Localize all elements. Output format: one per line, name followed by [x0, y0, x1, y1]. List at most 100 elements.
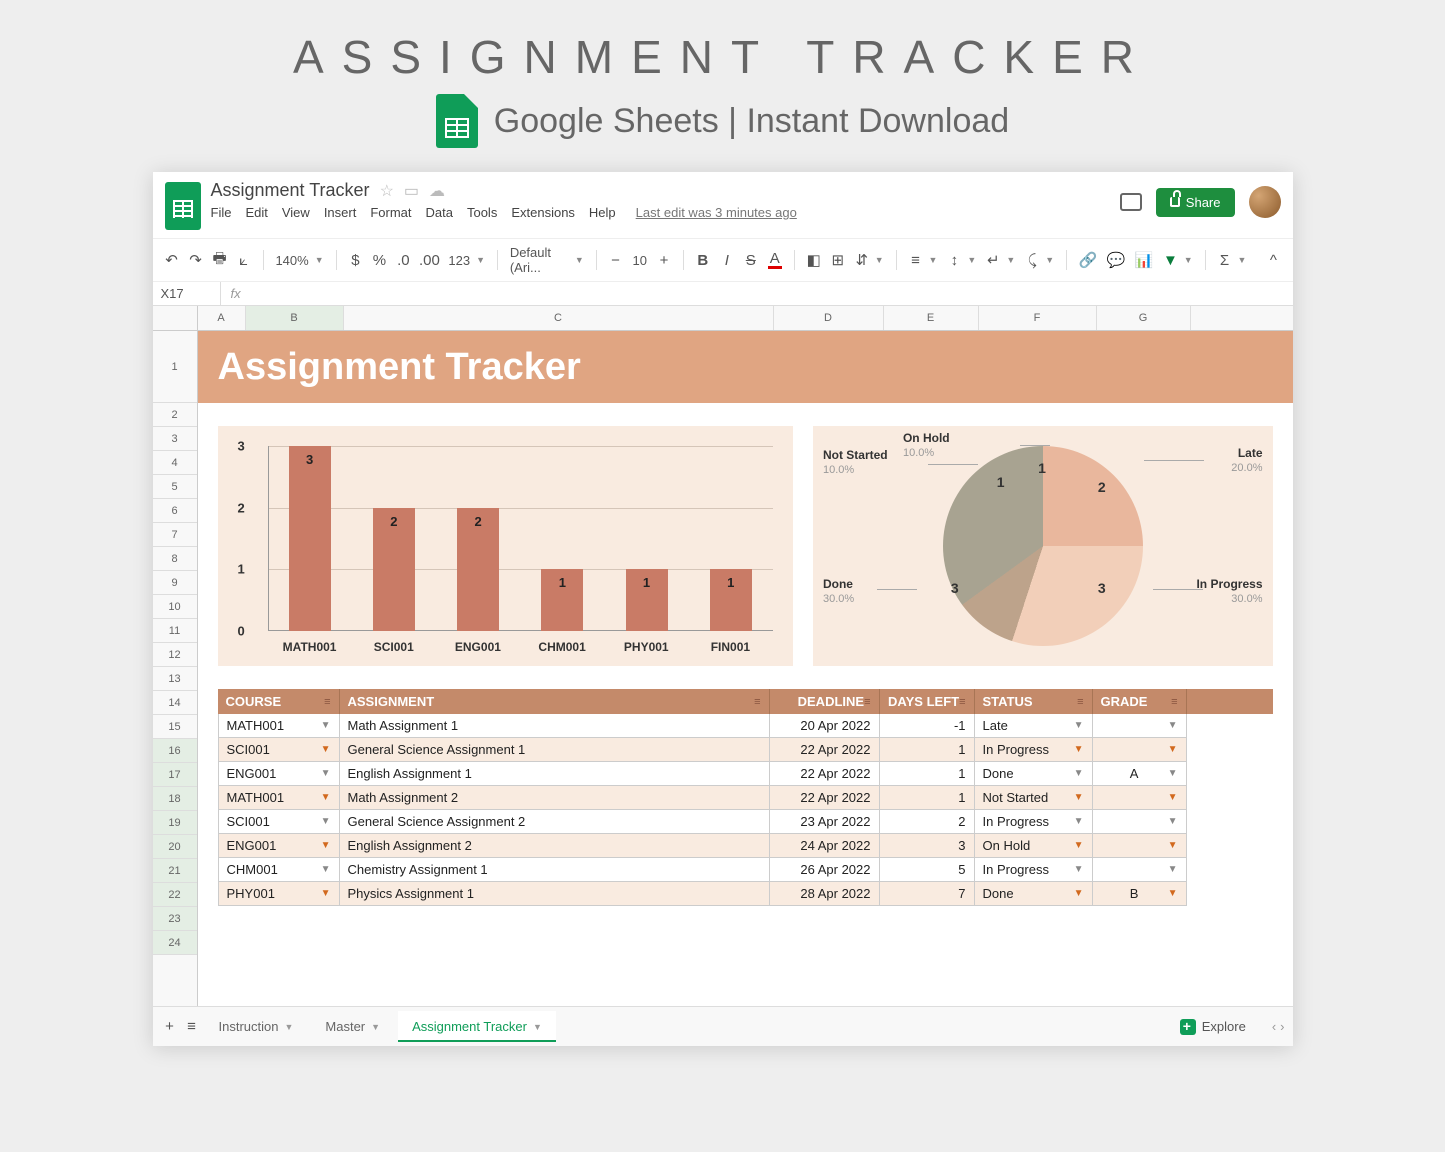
- increase-decimal-icon[interactable]: .00: [420, 251, 438, 269]
- table-header-cell[interactable]: GRADE≡: [1093, 689, 1187, 714]
- cell-grade[interactable]: ▼: [1093, 834, 1187, 858]
- cell-course[interactable]: ENG001▼: [218, 762, 340, 786]
- cell-status[interactable]: In Progress▼: [975, 810, 1093, 834]
- cloud-icon[interactable]: ☁: [429, 181, 445, 201]
- col-header-F[interactable]: F: [979, 306, 1097, 330]
- share-button[interactable]: Share: [1156, 188, 1235, 217]
- cell-deadline[interactable]: 22 Apr 2022: [770, 738, 880, 762]
- cell-deadline[interactable]: 28 Apr 2022: [770, 882, 880, 906]
- col-header-E[interactable]: E: [884, 306, 979, 330]
- cell-status[interactable]: In Progress▼: [975, 858, 1093, 882]
- cell-assignment[interactable]: Physics Assignment 1: [340, 882, 770, 906]
- spreadsheet-grid[interactable]: ABCDEFG 12345678910111213141516171819202…: [153, 306, 1293, 1006]
- menu-insert[interactable]: Insert: [324, 205, 357, 220]
- cell-days-left[interactable]: 5: [880, 858, 975, 882]
- menu-help[interactable]: Help: [589, 205, 616, 220]
- row-header-13[interactable]: 13: [153, 667, 197, 691]
- sheet-tab[interactable]: Master ▼: [311, 1011, 394, 1042]
- cell-assignment[interactable]: Math Assignment 1: [340, 714, 770, 738]
- cell-deadline[interactable]: 23 Apr 2022: [770, 810, 880, 834]
- link-icon[interactable]: 🔗: [1079, 251, 1097, 269]
- pie-chart[interactable]: Late20.0%2In Progress30.0%3Done30.0%3Not…: [813, 426, 1273, 666]
- strike-icon[interactable]: S: [744, 251, 758, 269]
- cell-course[interactable]: MATH001▼: [218, 714, 340, 738]
- cell-grade[interactable]: ▼: [1093, 738, 1187, 762]
- cell-days-left[interactable]: 1: [880, 762, 975, 786]
- italic-icon[interactable]: I: [720, 251, 734, 269]
- row-header-2[interactable]: 2: [153, 403, 197, 427]
- comments-icon[interactable]: [1120, 193, 1142, 211]
- filter-icon[interactable]: ▼: [1163, 251, 1178, 269]
- row-header-7[interactable]: 7: [153, 523, 197, 547]
- menu-extensions[interactable]: Extensions: [511, 205, 575, 220]
- collapse-toolbar-icon[interactable]: ^: [1266, 251, 1280, 269]
- text-color-icon[interactable]: A: [768, 251, 782, 269]
- table-header-cell[interactable]: STATUS≡: [975, 689, 1093, 714]
- cell-grade[interactable]: ▼: [1093, 810, 1187, 834]
- cell-status[interactable]: In Progress▼: [975, 738, 1093, 762]
- row-header-19[interactable]: 19: [153, 811, 197, 835]
- merge-icon[interactable]: ⇵: [855, 251, 869, 269]
- row-header-20[interactable]: 20: [153, 835, 197, 859]
- select-all-corner[interactable]: [153, 306, 198, 330]
- table-header-cell[interactable]: ASSIGNMENT≡: [340, 689, 770, 714]
- menu-data[interactable]: Data: [426, 205, 453, 220]
- cell-deadline[interactable]: 22 Apr 2022: [770, 762, 880, 786]
- menu-file[interactable]: File: [211, 205, 232, 220]
- cell-days-left[interactable]: 1: [880, 738, 975, 762]
- wrap-icon[interactable]: ↵: [986, 251, 1000, 269]
- move-icon[interactable]: ▭: [404, 181, 419, 201]
- currency-icon[interactable]: $: [348, 251, 362, 269]
- col-header-A[interactable]: A: [198, 306, 246, 330]
- col-header-G[interactable]: G: [1097, 306, 1191, 330]
- cell-days-left[interactable]: 2: [880, 810, 975, 834]
- sheet-tab[interactable]: Assignment Tracker ▼: [398, 1011, 556, 1042]
- all-sheets-icon[interactable]: ≡: [183, 1018, 201, 1036]
- format-number[interactable]: 123: [448, 253, 470, 268]
- row-header-10[interactable]: 10: [153, 595, 197, 619]
- cell-course[interactable]: SCI001▼: [218, 810, 340, 834]
- sheets-doc-icon[interactable]: [165, 182, 201, 230]
- cell-assignment[interactable]: Chemistry Assignment 1: [340, 858, 770, 882]
- cell-assignment[interactable]: Math Assignment 2: [340, 786, 770, 810]
- bold-icon[interactable]: B: [696, 251, 710, 269]
- scroll-right-icon[interactable]: ›: [1280, 1019, 1284, 1034]
- borders-icon[interactable]: ⊞: [831, 251, 845, 269]
- cell-status[interactable]: Late▼: [975, 714, 1093, 738]
- row-header-23[interactable]: 23: [153, 907, 197, 931]
- explore-button[interactable]: Explore: [1168, 1013, 1258, 1041]
- row-header-12[interactable]: 12: [153, 643, 197, 667]
- row-header-4[interactable]: 4: [153, 451, 197, 475]
- row-header-5[interactable]: 5: [153, 475, 197, 499]
- scroll-left-icon[interactable]: ‹: [1272, 1019, 1276, 1034]
- cell-course[interactable]: ENG001▼: [218, 834, 340, 858]
- rotate-icon[interactable]: ⤹: [1025, 251, 1039, 269]
- percent-icon[interactable]: %: [372, 251, 386, 269]
- menu-edit[interactable]: Edit: [245, 205, 267, 220]
- cell-grade[interactable]: ▼: [1093, 858, 1187, 882]
- col-header-B[interactable]: B: [246, 306, 344, 330]
- avatar[interactable]: [1249, 186, 1281, 218]
- table-header-cell[interactable]: DAYS LEFT≡: [880, 689, 975, 714]
- row-header-22[interactable]: 22: [153, 883, 197, 907]
- print-icon[interactable]: 🖶: [213, 251, 227, 269]
- row-header-15[interactable]: 15: [153, 715, 197, 739]
- fill-color-icon[interactable]: ◧: [807, 251, 821, 269]
- document-title[interactable]: Assignment Tracker: [211, 180, 370, 201]
- cell-grade[interactable]: A▼: [1093, 762, 1187, 786]
- add-sheet-icon[interactable]: +: [161, 1018, 179, 1036]
- table-header-cell[interactable]: DEADLINE≡: [770, 689, 880, 714]
- row-header-8[interactable]: 8: [153, 547, 197, 571]
- sheet-tab[interactable]: Instruction ▼: [205, 1011, 308, 1042]
- row-header-18[interactable]: 18: [153, 787, 197, 811]
- row-header-14[interactable]: 14: [153, 691, 197, 715]
- cell-course[interactable]: SCI001▼: [218, 738, 340, 762]
- row-header-17[interactable]: 17: [153, 763, 197, 787]
- row-header-11[interactable]: 11: [153, 619, 197, 643]
- align-v-icon[interactable]: ↕: [947, 251, 961, 269]
- redo-icon[interactable]: ↷: [189, 251, 203, 269]
- font-select[interactable]: Default (Ari...: [510, 245, 569, 275]
- row-header-9[interactable]: 9: [153, 571, 197, 595]
- undo-icon[interactable]: ↶: [165, 251, 179, 269]
- star-icon[interactable]: ☆: [380, 181, 394, 201]
